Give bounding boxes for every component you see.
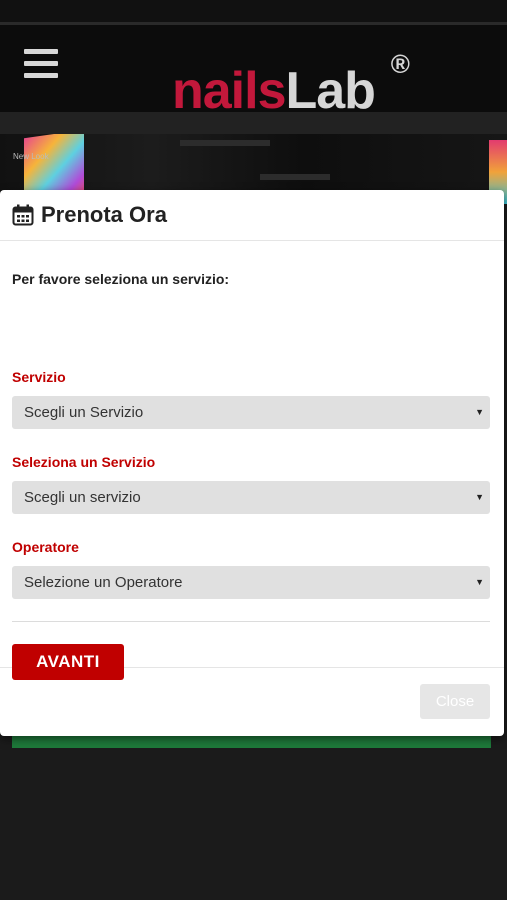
modal-title: Prenota Ora [41, 202, 167, 227]
subservice-label: Seleziona un Servizio [12, 454, 156, 470]
hero-label: New Look [13, 152, 49, 161]
intro-text: Per favore seleziona un servizio: [12, 271, 230, 287]
modal-header: Prenota Ora [0, 190, 504, 241]
booking-modal: Prenota Ora Per favore seleziona un serv… [0, 190, 504, 736]
site-header: nailsLab ® [0, 22, 507, 117]
status-strip [0, 0, 507, 22]
ceiling-light [260, 174, 330, 180]
service-label: Servizio [12, 369, 66, 385]
modal-body: Per favore seleziona un servizio: Serviz… [0, 241, 504, 680]
service-select[interactable]: Scegli un Servizio ▼ [12, 396, 490, 429]
nailslab-logo[interactable]: nailsLab ® [172, 51, 410, 117]
close-button[interactable]: Close [420, 684, 490, 719]
header-subbar [0, 112, 507, 134]
subservice-select-value: Scegli un servizio [24, 489, 141, 506]
calendar-icon [12, 204, 34, 226]
service-select-value: Scegli un Servizio [24, 404, 144, 421]
dropdown-arrow-icon: ▼ [475, 492, 484, 502]
next-button[interactable]: AVANTI [12, 644, 124, 680]
subservice-select[interactable]: Scegli un servizio ▼ [12, 481, 490, 514]
dropdown-arrow-icon: ▼ [475, 577, 484, 587]
ceiling-light [180, 140, 270, 146]
dropdown-arrow-icon: ▼ [475, 407, 484, 417]
menu-icon[interactable] [24, 49, 58, 79]
divider [12, 621, 490, 622]
operator-select-value: Selezione un Operatore [24, 574, 183, 591]
operator-select[interactable]: Selezione un Operatore ▼ [12, 566, 490, 599]
operator-label: Operatore [12, 539, 79, 555]
registered-icon: ® [390, 49, 410, 79]
